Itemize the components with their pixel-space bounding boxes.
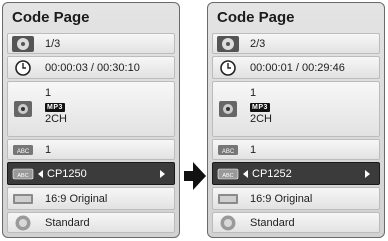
audio-row[interactable]: 1 MP3 2CH xyxy=(7,81,175,137)
sound-mode-icon xyxy=(217,215,239,231)
subtitle-value: 1 xyxy=(250,143,257,156)
audio-format-badge: MP3 xyxy=(250,103,270,112)
abc-subtitle-icon: ABC xyxy=(217,142,239,158)
time-row[interactable]: 00:00:03 / 00:30:10 xyxy=(7,56,175,79)
time-value: 00:00:03 / 00:30:10 xyxy=(45,61,140,74)
codepage-value: CP1250 xyxy=(47,167,87,180)
aspect-row[interactable]: 16:9 Original xyxy=(7,187,175,210)
sound-row[interactable]: Standard xyxy=(212,212,380,233)
audio-row[interactable]: 1 MP3 2CH xyxy=(212,81,380,137)
aspect-value: 16:9 Original xyxy=(45,192,108,205)
codepage-next-arrow[interactable] xyxy=(365,169,370,178)
abc-codepage-icon: ABC xyxy=(217,166,239,182)
sound-mode-icon xyxy=(12,215,34,231)
subtitle-row[interactable]: ABC 1 xyxy=(212,139,380,160)
title-row[interactable]: 1/3 xyxy=(7,33,175,54)
codepage-prev-arrow[interactable] xyxy=(243,169,248,178)
codepage-value: CP1252 xyxy=(252,167,292,180)
codepage-next-arrow[interactable] xyxy=(160,169,165,178)
aspect-ratio-icon xyxy=(12,191,34,207)
subtitle-value: 1 xyxy=(45,143,52,156)
sound-value: Standard xyxy=(45,216,90,229)
audio-channels: 2CH xyxy=(250,113,273,125)
title-number: 1/3 xyxy=(45,37,61,50)
aspect-ratio-icon xyxy=(217,191,239,207)
aspect-value: 16:9 Original xyxy=(250,192,313,205)
svg-text:ABC: ABC xyxy=(222,149,235,155)
code-page-panel-before: Code Page 1/3 00:00:03 / 00:30:10 1 MP3 … xyxy=(2,2,180,238)
audio-track-number: 1 xyxy=(250,87,257,99)
audio-channels: 2CH xyxy=(45,113,68,125)
abc-codepage-icon: ABC xyxy=(12,166,34,182)
audio-speaker-icon xyxy=(12,101,34,117)
codepage-row-selected[interactable]: ABC CP1250 xyxy=(7,162,175,185)
subtitle-row[interactable]: ABC 1 xyxy=(7,139,175,160)
code-page-panel-after: Code Page 2/3 00:00:01 / 00:29:46 1 MP3 … xyxy=(207,2,385,238)
time-row[interactable]: 00:00:01 / 00:29:46 xyxy=(212,56,380,79)
title-number: 2/3 xyxy=(250,37,266,50)
svg-text:ABC: ABC xyxy=(17,173,28,179)
sound-row[interactable]: Standard xyxy=(7,212,175,233)
disc-title-icon xyxy=(217,35,239,52)
audio-track-number: 1 xyxy=(45,87,52,99)
svg-text:ABC: ABC xyxy=(17,149,30,155)
audio-format-badge: MP3 xyxy=(45,103,65,112)
audio-speaker-icon xyxy=(217,101,239,117)
panel-title: Code Page xyxy=(12,9,90,26)
clock-icon xyxy=(12,59,34,76)
option-list: 2/3 00:00:01 / 00:29:46 1 MP3 2CH ABC 1 xyxy=(212,33,380,233)
title-row[interactable]: 2/3 xyxy=(212,33,380,54)
time-value: 00:00:01 / 00:29:46 xyxy=(250,61,345,74)
svg-text:ABC: ABC xyxy=(222,173,233,179)
codepage-row-selected[interactable]: ABC CP1252 xyxy=(212,162,380,185)
disc-title-icon xyxy=(12,35,34,52)
abc-subtitle-icon: ABC xyxy=(12,142,34,158)
codepage-prev-arrow[interactable] xyxy=(38,169,43,178)
right-arrow-icon xyxy=(184,162,206,190)
panel-title: Code Page xyxy=(217,9,295,26)
sound-value: Standard xyxy=(250,216,295,229)
option-list: 1/3 00:00:03 / 00:30:10 1 MP3 2CH ABC 1 xyxy=(7,33,175,233)
aspect-row[interactable]: 16:9 Original xyxy=(212,187,380,210)
clock-icon xyxy=(217,59,239,76)
audio-info: 1 MP3 2CH xyxy=(45,87,67,126)
audio-info: 1 MP3 2CH xyxy=(250,87,272,126)
